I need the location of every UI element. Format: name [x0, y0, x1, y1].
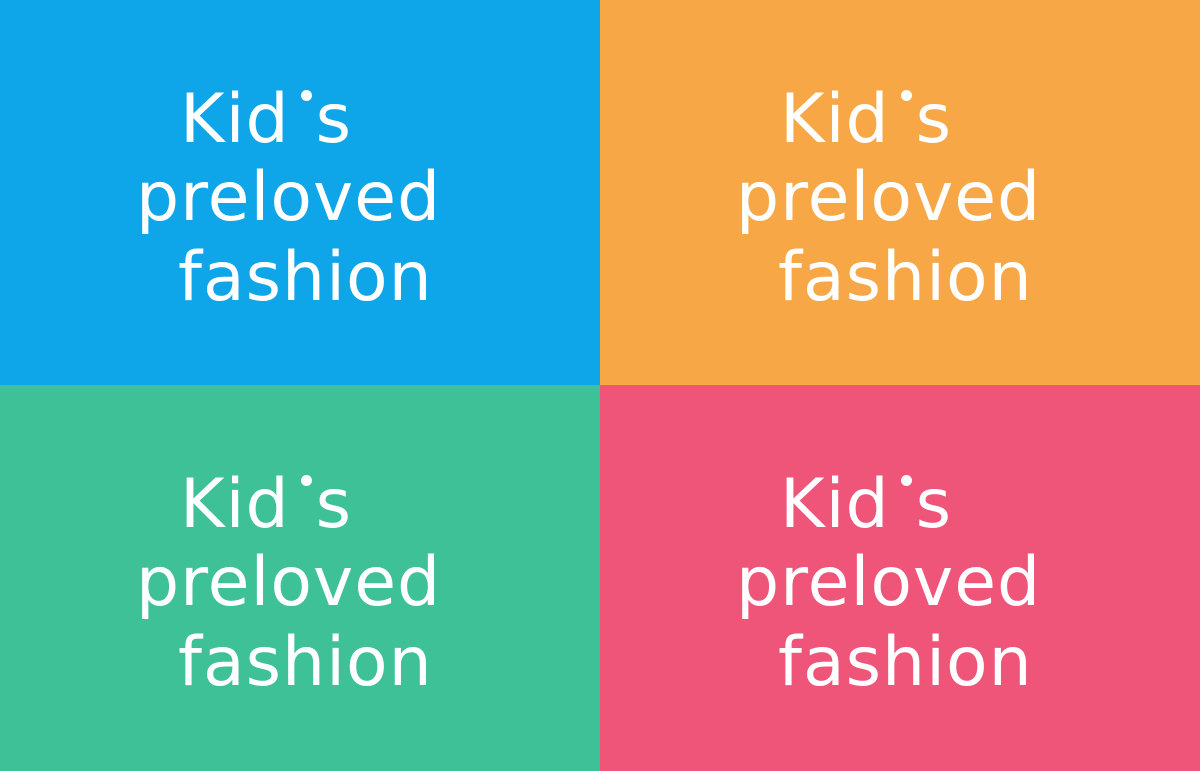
logo-suffix-s: s — [315, 80, 353, 159]
logo-word-kid: Kid — [780, 86, 912, 154]
logo-line-preloved: preloved — [736, 158, 1042, 237]
logo-line-preloved: preloved — [736, 543, 1042, 622]
logo-line-fashion: fashion — [778, 623, 1033, 702]
logo-word-kid: Kid — [180, 471, 312, 539]
brand-logo: Kid s preloved fashion — [0, 385, 600, 771]
logo-word-kid: Kid — [780, 471, 912, 539]
brand-logo: Kid s preloved fashion — [600, 385, 1200, 771]
logo-line-fashion: fashion — [778, 238, 1033, 317]
logo-line-preloved: preloved — [136, 158, 442, 237]
apostrophe-dot-icon — [300, 90, 312, 101]
brand-logo: Kid s preloved fashion — [0, 0, 600, 385]
apostrophe-dot-icon — [900, 90, 912, 101]
logo-panel-blue: Kid s preloved fashion — [0, 0, 600, 385]
logo-suffix-s: s — [315, 465, 353, 544]
apostrophe-dot-icon — [300, 475, 312, 486]
logo-line-preloved: preloved — [136, 543, 442, 622]
logo-suffix-s: s — [915, 80, 953, 159]
logo-line-fashion: fashion — [178, 623, 433, 702]
apostrophe-dot-icon — [900, 475, 912, 486]
color-variants-grid: Kid s preloved fashion Kid s preloved fash… — [0, 0, 1200, 771]
logo-panel-pink: Kid s preloved fashion — [600, 385, 1200, 771]
logo-panel-green: Kid s preloved fashion — [0, 385, 600, 771]
logo-line-kids: Kid s — [780, 471, 952, 539]
logo-word-kid: Kid — [180, 86, 312, 154]
logo-line-kids: Kid s — [180, 471, 352, 539]
logo-suffix-s: s — [915, 465, 953, 544]
logo-line-kids: Kid s — [780, 86, 952, 154]
logo-line-kids: Kid s — [180, 86, 352, 154]
logo-panel-orange: Kid s preloved fashion — [600, 0, 1200, 385]
logo-line-fashion: fashion — [178, 238, 433, 317]
brand-logo: Kid s preloved fashion — [600, 0, 1200, 385]
